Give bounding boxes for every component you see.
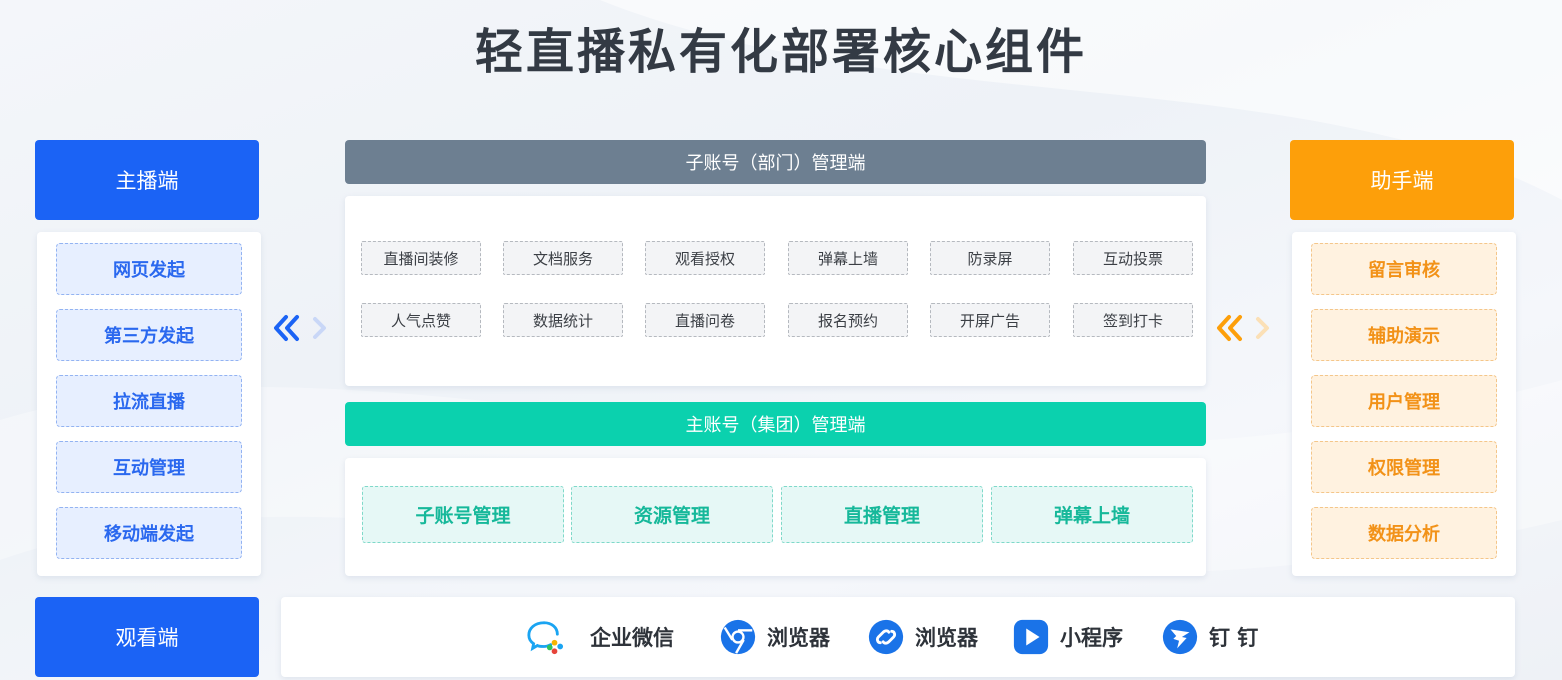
client-label: 小程序 [1060, 626, 1123, 650]
wecom-icon [527, 621, 564, 655]
feature-chip: 文档服务 [503, 241, 623, 275]
feature-chip: 签到打卡 [1073, 303, 1193, 337]
anchor-header: 主播端 [35, 140, 259, 220]
client-label: 浏览器 [915, 626, 978, 650]
client-label: 浏览器 [767, 626, 830, 650]
sub-account-header: 子账号（部门）管理端 [345, 140, 1206, 184]
feature-chip: 报名预约 [788, 303, 908, 337]
double-chevron-left-orange-icon [1217, 315, 1269, 341]
client-miniprogram: 小程序 [1012, 597, 1123, 677]
feature-chip: 互动投票 [1073, 241, 1193, 275]
anchor-item: 第三方发起 [56, 309, 242, 361]
main-account-panel: 子账号管理 资源管理 直播管理 弹幕上墙 [345, 458, 1206, 576]
feature-chip: 数据统计 [503, 303, 623, 337]
anchor-panel: 网页发起 第三方发起 拉流直播 互动管理 移动端发起 [37, 232, 261, 576]
assistant-panel: 留言审核 辅助演示 用户管理 权限管理 数据分析 [1292, 232, 1516, 576]
feature-chip: 直播问卷 [645, 303, 765, 337]
dingtalk-icon [1162, 619, 1198, 655]
assistant-item: 数据分析 [1311, 507, 1497, 559]
feature-chip: 防录屏 [930, 241, 1050, 275]
client-chrome-browser: 浏览器 [719, 597, 830, 677]
feature-chip: 直播间装修 [361, 241, 481, 275]
client-dingtalk: 钉 钉 [1161, 597, 1258, 677]
assistant-header: 助手端 [1290, 140, 1514, 220]
main-feature-chip: 子账号管理 [362, 486, 564, 543]
client-label: 钉 钉 [1209, 626, 1259, 650]
main-feature-chip: 弹幕上墙 [991, 486, 1193, 543]
feature-chip: 弹幕上墙 [788, 241, 908, 275]
main-account-header: 主账号（集团）管理端 [345, 402, 1206, 446]
viewer-header: 观看端 [35, 597, 259, 677]
miniprogram-icon [1013, 619, 1049, 655]
main-feature-chip: 资源管理 [571, 486, 773, 543]
assistant-item: 辅助演示 [1311, 309, 1497, 361]
chrome-browser-icon [720, 619, 756, 655]
client-label: 企业微信 [590, 626, 674, 650]
assistant-item: 权限管理 [1311, 441, 1497, 493]
sub-account-panel: 直播间装修 文档服务 观看授权 弹幕上墙 防录屏 互动投票 人气点赞 数据统计 … [345, 196, 1206, 386]
feature-chip: 观看授权 [645, 241, 765, 275]
anchor-item: 拉流直播 [56, 375, 242, 427]
feature-chip: 人气点赞 [361, 303, 481, 337]
page-title: 轻直播私有化部署核心组件 [474, 24, 1087, 80]
anchor-item: 互动管理 [56, 441, 242, 493]
anchor-item: 移动端发起 [56, 507, 242, 559]
assistant-item: 留言审核 [1311, 243, 1497, 295]
main-feature-chip: 直播管理 [781, 486, 983, 543]
anchor-item: 网页发起 [56, 243, 242, 295]
assistant-item: 用户管理 [1311, 375, 1497, 427]
double-chevron-left-icon [274, 315, 326, 341]
viewer-clients-panel: 企业微信 浏览器 浏览器 小程序 钉 钉 [281, 597, 1515, 677]
client-link-browser: 浏览器 [867, 597, 978, 677]
client-wecom: 企业微信 [526, 597, 674, 677]
link-browser-icon [868, 619, 904, 655]
feature-chip: 开屏广告 [930, 303, 1050, 337]
